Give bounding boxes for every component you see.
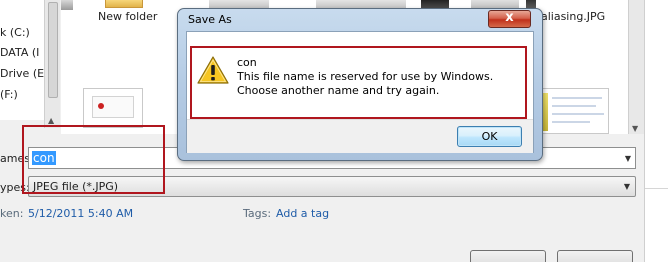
file-name-label[interactable]: -aliasing.JPG [537,10,605,23]
date-taken-value[interactable]: 5/12/2011 5:40 AM [28,207,133,220]
thumbnail-preview [92,96,134,118]
close-button[interactable]: x [488,10,531,28]
navigation-scrollbar[interactable]: ▲ [44,0,60,128]
file-thumbnail[interactable] [83,88,143,128]
close-icon[interactable]: x [489,10,530,25]
error-dot-icon [98,103,104,109]
date-taken-label: ken: [0,207,24,220]
window-edge [644,0,668,262]
drive-item-c[interactable]: k (C:) [0,26,30,39]
file-thumbnail-edge[interactable] [61,0,73,10]
tags-label: Tags: [243,207,272,220]
file-list-scrollbar[interactable]: ▼ [628,0,644,134]
chevron-down-icon[interactable]: ▼ [625,154,631,163]
navigation-scroll-thumb[interactable] [48,2,58,98]
cancel-button[interactable] [557,250,633,262]
add-tag-link[interactable]: Add a tag [276,207,329,220]
divider [645,188,668,189]
scroll-down-icon[interactable]: ▼ [632,124,638,133]
highlight-annotation [190,46,527,119]
file-thumbnail[interactable] [539,88,609,134]
thumbnail-line [552,97,602,99]
dialog-title: Save As [188,13,232,26]
chevron-down-icon[interactable]: ▼ [624,182,630,191]
save-button[interactable] [470,250,546,262]
folder-icon[interactable] [105,0,143,8]
thumbnail-line [552,113,604,115]
drive-item-data[interactable]: DATA (I [0,46,39,59]
ok-button[interactable]: OK [457,126,522,147]
scroll-up-icon[interactable]: ▲ [48,116,54,125]
new-folder-label[interactable]: New folder [98,10,157,23]
thumbnail-line [552,121,590,123]
dialog-footer: OK [187,119,533,153]
thumbnail-line [552,105,596,107]
highlight-annotation [22,125,165,194]
navigation-pane: k (C:) DATA (I Drive (E: (F:) [0,0,44,120]
drive-item-f[interactable]: (F:) [0,88,18,101]
drive-item-e[interactable]: Drive (E: [0,67,44,80]
